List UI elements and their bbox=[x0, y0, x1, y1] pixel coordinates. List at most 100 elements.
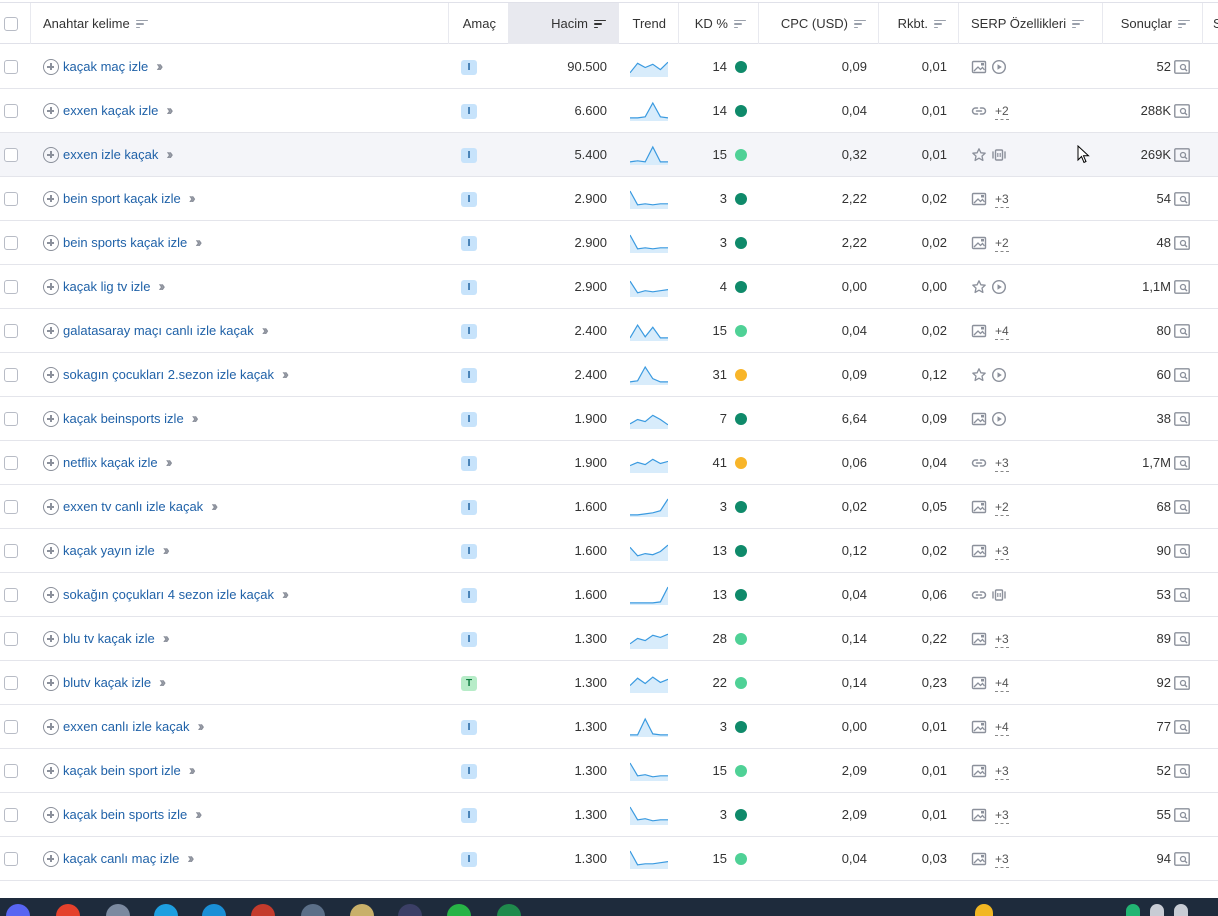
keyword-link[interactable]: kaçak bein sport izle bbox=[63, 749, 181, 793]
add-to-list-icon[interactable] bbox=[43, 455, 59, 471]
keyword-link[interactable]: exxen tv canlı izle kaçak bbox=[63, 485, 203, 529]
row-checkbox[interactable] bbox=[4, 808, 18, 822]
select-all-checkbox[interactable] bbox=[4, 17, 18, 31]
keyword-link[interactable]: sokağın çoçukları 4 sezon izle kaçak bbox=[63, 573, 274, 617]
add-to-list-icon[interactable] bbox=[43, 411, 59, 427]
table-row[interactable]: blutv kaçak izle ›› T 1.300 22 0,14 0,23 +4 92 bbox=[0, 661, 1218, 705]
add-to-list-icon[interactable] bbox=[43, 763, 59, 779]
table-row[interactable]: exxen canlı izle kaçak ›› I 1.300 3 0,00 0,01 +… bbox=[0, 705, 1218, 749]
chevron-right-icon[interactable]: ›› bbox=[262, 309, 269, 353]
serp-view-icon[interactable] bbox=[1174, 280, 1190, 294]
chevron-right-icon[interactable]: ›› bbox=[166, 89, 173, 133]
serp-view-icon[interactable] bbox=[1174, 456, 1190, 470]
weather-icon[interactable] bbox=[975, 904, 993, 916]
serp-more-link[interactable]: +2 bbox=[995, 235, 1009, 252]
row-checkbox[interactable] bbox=[4, 104, 18, 118]
chevron-right-icon[interactable]: ›› bbox=[282, 353, 289, 397]
serp-more-link[interactable]: +4 bbox=[995, 323, 1009, 340]
col-results[interactable]: Sonuçlar bbox=[1103, 3, 1203, 44]
sort-icon[interactable] bbox=[1072, 19, 1085, 29]
serp-view-icon[interactable] bbox=[1174, 808, 1190, 822]
add-to-list-icon[interactable] bbox=[43, 59, 59, 75]
serp-more-link[interactable]: +3 bbox=[995, 631, 1009, 648]
serp-more-link[interactable]: +3 bbox=[995, 763, 1009, 780]
chevron-right-icon[interactable]: ›› bbox=[189, 749, 196, 793]
table-row[interactable]: bein sport kaçak izle ›› I 2.900 3 2,22 0,02 +3… bbox=[0, 177, 1218, 221]
chevron-right-icon[interactable]: ›› bbox=[163, 617, 170, 661]
serp-view-icon[interactable] bbox=[1174, 588, 1190, 602]
col-competition[interactable]: Rkbt. bbox=[879, 3, 959, 44]
table-row[interactable]: kaçak maç izle ›› I 90.500 14 0,09 0,01 52 bbox=[0, 45, 1218, 89]
keyword-link[interactable]: kaçak lig tv izle bbox=[63, 265, 150, 309]
chevron-right-icon[interactable]: ›› bbox=[158, 265, 165, 309]
tray-icon[interactable] bbox=[1174, 904, 1188, 916]
row-checkbox[interactable] bbox=[4, 456, 18, 470]
serp-view-icon[interactable] bbox=[1174, 148, 1190, 162]
taskbar-app-icon[interactable] bbox=[447, 904, 471, 916]
serp-more-link[interactable]: +4 bbox=[995, 719, 1009, 736]
col-trend[interactable]: Trend bbox=[619, 3, 679, 44]
serp-view-icon[interactable] bbox=[1174, 368, 1190, 382]
table-row[interactable]: exxen kaçak izle ›› I 6.600 14 0,04 0,01 +2 288K bbox=[0, 89, 1218, 133]
row-checkbox[interactable] bbox=[4, 236, 18, 250]
sort-icon[interactable] bbox=[934, 19, 946, 29]
serp-view-icon[interactable] bbox=[1174, 60, 1190, 74]
serp-view-icon[interactable] bbox=[1174, 412, 1190, 426]
row-checkbox[interactable] bbox=[4, 412, 18, 426]
table-row[interactable]: kaçak lig tv izle ›› I 2.900 4 0,00 0,00 1,1M bbox=[0, 265, 1218, 309]
keyword-link[interactable]: kaçak beinsports izle bbox=[63, 397, 184, 441]
chevron-right-icon[interactable]: ›› bbox=[156, 45, 163, 89]
col-cpc[interactable]: CPC (USD) bbox=[759, 3, 879, 44]
taskbar-app-icon[interactable] bbox=[106, 904, 130, 916]
taskbar-app-icon[interactable] bbox=[202, 904, 226, 916]
chevron-right-icon[interactable]: ›› bbox=[159, 661, 166, 705]
chevron-right-icon[interactable]: ›› bbox=[192, 397, 199, 441]
serp-view-icon[interactable] bbox=[1174, 720, 1190, 734]
add-to-list-icon[interactable] bbox=[43, 631, 59, 647]
add-to-list-icon[interactable] bbox=[43, 675, 59, 691]
row-checkbox[interactable] bbox=[4, 192, 18, 206]
table-row[interactable]: bein sports kaçak izle ›› I 2.900 3 2,22 0,02 +… bbox=[0, 221, 1218, 265]
add-to-list-icon[interactable] bbox=[43, 587, 59, 603]
col-extra[interactable]: S bbox=[1203, 3, 1218, 44]
row-checkbox[interactable] bbox=[4, 324, 18, 338]
keyword-link[interactable]: exxen izle kaçak bbox=[63, 133, 158, 177]
sort-icon[interactable] bbox=[1178, 19, 1190, 29]
chevron-right-icon[interactable]: ›› bbox=[187, 837, 194, 881]
table-row[interactable]: galatasaray maçı canlı izle kaçak ›› I 2.40… bbox=[0, 309, 1218, 353]
row-checkbox[interactable] bbox=[4, 148, 18, 162]
keyword-link[interactable]: blu tv kaçak izle bbox=[63, 617, 155, 661]
add-to-list-icon[interactable] bbox=[43, 543, 59, 559]
table-row[interactable]: sokağın çoçukları 4 sezon izle kaçak ›› I 1… bbox=[0, 573, 1218, 617]
col-serp[interactable]: SERP Özellikleri bbox=[959, 3, 1103, 44]
serp-view-icon[interactable] bbox=[1174, 764, 1190, 778]
chevron-right-icon[interactable]: ›› bbox=[189, 177, 196, 221]
table-row[interactable]: exxen tv canlı izle kaçak ›› I 1.600 3 0,02 0,… bbox=[0, 485, 1218, 529]
add-to-list-icon[interactable] bbox=[43, 807, 59, 823]
keyword-link[interactable]: netflix kaçak izle bbox=[63, 441, 158, 485]
serp-more-link[interactable]: +2 bbox=[995, 103, 1009, 120]
taskbar-app-icon[interactable] bbox=[301, 904, 325, 916]
chevron-right-icon[interactable]: ›› bbox=[211, 485, 218, 529]
col-keyword[interactable]: Anahtar kelime bbox=[31, 3, 449, 44]
add-to-list-icon[interactable] bbox=[43, 191, 59, 207]
taskbar-app-icon[interactable] bbox=[398, 904, 422, 916]
serp-view-icon[interactable] bbox=[1174, 852, 1190, 866]
chevron-right-icon[interactable]: ›› bbox=[166, 133, 173, 177]
keyword-link[interactable]: blutv kaçak izle bbox=[63, 661, 151, 705]
chevron-right-icon[interactable]: ›› bbox=[166, 441, 173, 485]
row-checkbox[interactable] bbox=[4, 720, 18, 734]
table-row[interactable]: kaçak canlı maç izle ›› I 1.300 15 0,04 0,03 +3… bbox=[0, 837, 1218, 881]
chevron-right-icon[interactable]: ›› bbox=[163, 529, 170, 573]
add-to-list-icon[interactable] bbox=[43, 851, 59, 867]
row-checkbox[interactable] bbox=[4, 368, 18, 382]
row-checkbox[interactable] bbox=[4, 852, 18, 866]
table-row[interactable]: kaçak beinsports izle ›› I 1.900 7 6,64 0,09 38 bbox=[0, 397, 1218, 441]
row-checkbox[interactable] bbox=[4, 60, 18, 74]
taskbar-app-icon[interactable] bbox=[6, 904, 30, 916]
col-intent[interactable]: Amaç bbox=[449, 3, 509, 44]
add-to-list-icon[interactable] bbox=[43, 279, 59, 295]
taskbar-app-icon[interactable] bbox=[154, 904, 178, 916]
keyword-link[interactable]: galatasaray maçı canlı izle kaçak bbox=[63, 309, 254, 353]
add-to-list-icon[interactable] bbox=[43, 499, 59, 515]
